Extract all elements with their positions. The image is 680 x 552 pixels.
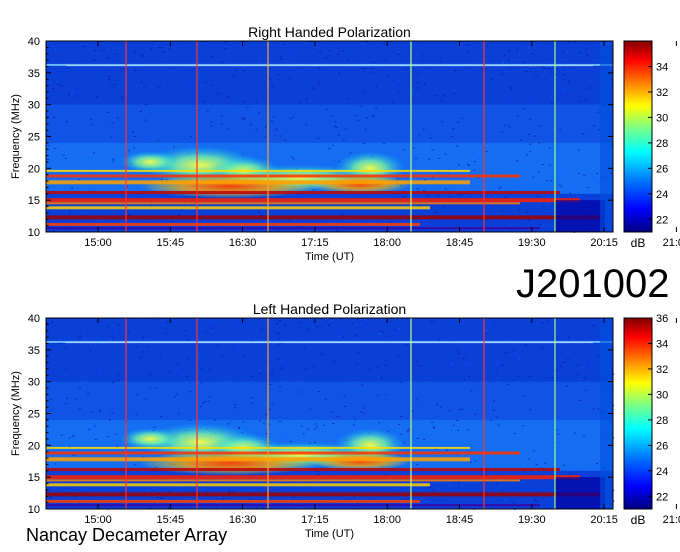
x-tick-label: 16:30 (229, 514, 257, 526)
y-tick-label: 40 (28, 36, 40, 48)
x-tick-label: 21:00 (663, 514, 680, 526)
emission-band (46, 191, 560, 194)
emission-burst (120, 150, 180, 173)
colorbar-unit-label: dB (631, 513, 646, 527)
y-tick-label: 40 (28, 313, 40, 325)
emission-band (46, 483, 430, 487)
panel-title: Right Handed Polarization (248, 24, 411, 40)
y-tick-label: 25 (28, 132, 40, 144)
colorbar-tick-label: 30 (656, 389, 668, 401)
emission-band (46, 451, 520, 455)
y-tick-label: 10 (28, 504, 40, 516)
x-tick-label: 15:00 (84, 237, 112, 249)
x-tick-label: 18:45 (446, 514, 474, 526)
emission-band (46, 202, 520, 205)
y-tick-label: 30 (28, 100, 40, 112)
colorbar-tick-label: 24 (656, 466, 668, 478)
colorbar-unit-label: dB (631, 236, 646, 250)
y-axis-label: Frequency (MHz) (10, 371, 22, 456)
colorbar (623, 317, 653, 510)
x-tick-label: 15:45 (157, 237, 185, 249)
left-polarization-panel: Left Handed Polarization 10 15 20 25 30 35 40 Fr… (10, 301, 680, 540)
emission-band (46, 457, 470, 462)
x-tick-label: 18:45 (446, 237, 474, 249)
colorbar-tick-label: 34 (656, 61, 668, 73)
y-tick-label: 15 (28, 195, 40, 207)
y-tick-label: 20 (28, 440, 40, 452)
y-axis-label: Frequency (MHz) (10, 94, 22, 179)
emission-band (46, 504, 540, 507)
emission-band (46, 227, 540, 230)
emission-band (46, 222, 420, 226)
colorbar-tick-label: 26 (656, 163, 668, 175)
quiet-region (555, 200, 605, 232)
colorbar-tick-label: 28 (656, 415, 668, 427)
emission-band (46, 180, 470, 185)
x-axis-label: Time (UT) (305, 528, 354, 540)
x-tick-label: 17:15 (301, 237, 329, 249)
x-tick-label: 18:00 (373, 237, 401, 249)
emission-band (46, 206, 430, 210)
rfi-line-36mhz (66, 342, 593, 344)
y-tick-label: 30 (28, 377, 40, 389)
emission-band (46, 492, 600, 497)
emission-burst (120, 427, 180, 450)
colorbar-tick-label: 30 (656, 112, 668, 124)
emission-band (46, 169, 470, 172)
y-tick-label: 10 (28, 227, 40, 239)
x-tick-label: 19:30 (518, 514, 546, 526)
colorbar-tick-label: 28 (656, 138, 668, 150)
x-tick-label: 16:30 (229, 237, 257, 249)
y-tick-label: 35 (28, 68, 40, 80)
right-polarization-panel: Right Handed Polarization 10 15 20 25 30 35 40 F… (10, 24, 680, 263)
x-tick-label: 20:15 (590, 514, 618, 526)
colorbar-tick-label: 36 (656, 313, 668, 325)
x-axis-label: Time (UT) (305, 251, 354, 263)
x-tick-label: 18:00 (373, 514, 401, 526)
colorbar-tick-label: 22 (656, 214, 668, 226)
panel-title: Left Handed Polarization (253, 301, 406, 317)
emission-core (140, 174, 320, 199)
station-id: J201002 (516, 262, 670, 306)
emission-band (46, 174, 520, 178)
colorbar-tick-label: 32 (656, 364, 668, 376)
emission-band (46, 215, 600, 220)
colorbar-tick-label: 32 (656, 87, 668, 99)
emission-band (46, 468, 560, 471)
y-tick-label: 25 (28, 409, 40, 421)
colorbar-tick-label: 34 (656, 338, 668, 350)
x-tick-label: 21:00 (663, 237, 680, 249)
x-tick-label: 17:15 (301, 514, 329, 526)
y-tick-label: 15 (28, 472, 40, 484)
y-tick-label: 35 (28, 345, 40, 357)
colorbar-tick-label: 24 (656, 189, 668, 201)
colorbar (623, 40, 653, 233)
x-tick-label: 19:30 (518, 237, 546, 249)
quiet-region (555, 477, 605, 509)
x-tick-label: 20:15 (590, 237, 618, 249)
colorbar-tick-label: 22 (656, 491, 668, 503)
emission-band (46, 446, 470, 449)
y-tick-label: 20 (28, 163, 40, 175)
footer-label: Nancay Decameter Array (26, 525, 228, 545)
emission-core (140, 451, 320, 476)
colorbar-tick-label: 26 (656, 440, 668, 452)
rfi-line-36mhz (66, 65, 593, 67)
emission-band (46, 479, 520, 482)
emission-band (46, 499, 420, 503)
